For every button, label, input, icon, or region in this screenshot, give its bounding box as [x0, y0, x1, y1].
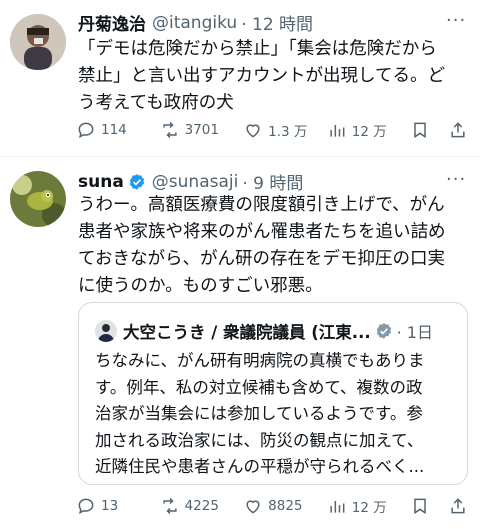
retweet-icon — [162, 497, 177, 515]
text-line: う考えても政府の犬 — [78, 93, 234, 113]
text-line: うわー。高額医療費の限度額引き上げで、がん — [78, 195, 445, 215]
tweet-2-text: うわー。高額医療費の限度額引き上げで、がん 患者や家族や将来のがん罹患者たちを追… — [78, 192, 446, 300]
heart-icon — [246, 124, 260, 138]
author-name[interactable]: 丹菊逸治 — [78, 10, 146, 35]
post-time[interactable]: · 12 時間 — [241, 10, 313, 35]
text-line: に使うのか。ものすごい邪悪。 — [78, 276, 323, 296]
reply-button[interactable]: 114 — [76, 120, 160, 140]
avatar-itangiku[interactable] — [10, 14, 66, 70]
reply-icon — [78, 122, 94, 139]
post-time[interactable]: · 9 時間 — [242, 169, 303, 194]
author-handle[interactable]: @itangiku — [152, 13, 237, 33]
text-line: ておきながら、がん研の存在をデモ抑圧の口実 — [78, 249, 445, 269]
like-button[interactable]: 8825 — [243, 496, 327, 516]
reply-count: 114 — [101, 122, 127, 138]
text-line: 治家が当集会には参加しているようです。参 — [95, 404, 423, 423]
views-button[interactable]: 12 万 — [327, 496, 411, 516]
text-line: す。例年、私の対立候補も含めて、複数の政 — [95, 377, 423, 397]
verified-badge-icon — [376, 323, 391, 339]
views-count: 12 万 — [351, 500, 387, 516]
tweet-1[interactable]: 丹菊逸治 @itangiku · 12 時間 ··· 「デモは危険だから禁止」「… — [0, 0, 480, 156]
retweet-button[interactable]: 3701 — [160, 120, 244, 140]
views-count: 12 万 — [351, 124, 387, 140]
author-name[interactable]: suna — [78, 172, 124, 192]
bookmark-icon — [414, 498, 427, 515]
quoted-tweet[interactable]: 大空こうき / 衆議院議員 (江東... · 1日 ちなみに、がん研有明病院の真… — [78, 302, 468, 485]
verified-badge-icon — [129, 173, 144, 190]
like-button[interactable]: 1.3 万 — [243, 120, 327, 140]
views-button[interactable]: 12 万 — [327, 120, 411, 140]
tweet-1-header: 丹菊逸治 @itangiku · 12 時間 — [78, 10, 313, 36]
bookmark-icon — [414, 122, 427, 139]
text-line: 禁止」と言い出すアカウントが出現してる。ど — [78, 66, 445, 86]
tweet-2-header: suna @sunasaji · 9 時間 — [78, 169, 303, 195]
quoted-post-time[interactable]: · 1日 — [397, 319, 433, 343]
text-line: 「デモは危険だから禁止」「集会は危険だから — [78, 39, 437, 59]
share-icon — [451, 122, 465, 138]
share-button[interactable] — [448, 120, 472, 140]
quoted-author-name[interactable]: 大空こうき / 衆議院議員 (江東... — [123, 319, 371, 343]
bookmark-button[interactable] — [410, 120, 448, 140]
quoted-tweet-text: ちなみに、がん研有明病院の真横でもありま す。例年、私の対立候補も含めて、複数の… — [95, 348, 425, 481]
more-options-icon[interactable]: ··· — [446, 10, 466, 31]
views-icon — [330, 501, 345, 513]
tweet-2-actions: 13 4225 8825 12 万 — [76, 496, 472, 516]
quoted-tweet-header: 大空こうき / 衆議院議員 (江東... · 1日 — [95, 319, 433, 343]
retweet-button[interactable]: 4225 — [160, 496, 244, 516]
tweet-1-text: 「デモは危険だから禁止」「集会は危険だから 禁止」と言い出すアカウントが出現して… — [78, 36, 445, 117]
reply-icon — [78, 498, 94, 515]
views-icon — [330, 125, 345, 137]
text-line: ちなみに、がん研有明病院の真横でもありま — [95, 351, 425, 370]
share-button[interactable] — [448, 496, 472, 516]
text-line: 加される政治家には、防災の観点に加えて、 — [95, 430, 424, 450]
reply-button[interactable]: 13 — [76, 496, 160, 516]
tweet-2[interactable]: suna @sunasaji · 9 時間 ··· うわー。高額医療費の限度額引… — [0, 157, 480, 529]
retweet-count: 3701 — [184, 122, 219, 138]
text-line: 患者や家族や将来のがん罹患者たちを追い詰め — [78, 222, 446, 242]
avatar-sunasaji[interactable] — [10, 171, 66, 227]
tweet-1-actions: 114 3701 1.3 万 12 万 — [76, 120, 472, 140]
quoted-avatar[interactable] — [95, 320, 117, 342]
reply-count: 13 — [101, 498, 119, 514]
retweet-icon — [162, 121, 177, 139]
text-line: 近隣住民や患者さんの平穏が守られるべく... — [95, 457, 425, 476]
like-count: 8825 — [268, 498, 303, 514]
author-handle[interactable]: @sunasaji — [152, 172, 239, 192]
share-icon — [451, 498, 465, 514]
bookmark-button[interactable] — [410, 496, 448, 516]
more-options-icon[interactable]: ··· — [446, 169, 466, 190]
like-count: 1.3 万 — [268, 124, 308, 140]
heart-icon — [246, 500, 260, 514]
retweet-count: 4225 — [184, 498, 219, 514]
